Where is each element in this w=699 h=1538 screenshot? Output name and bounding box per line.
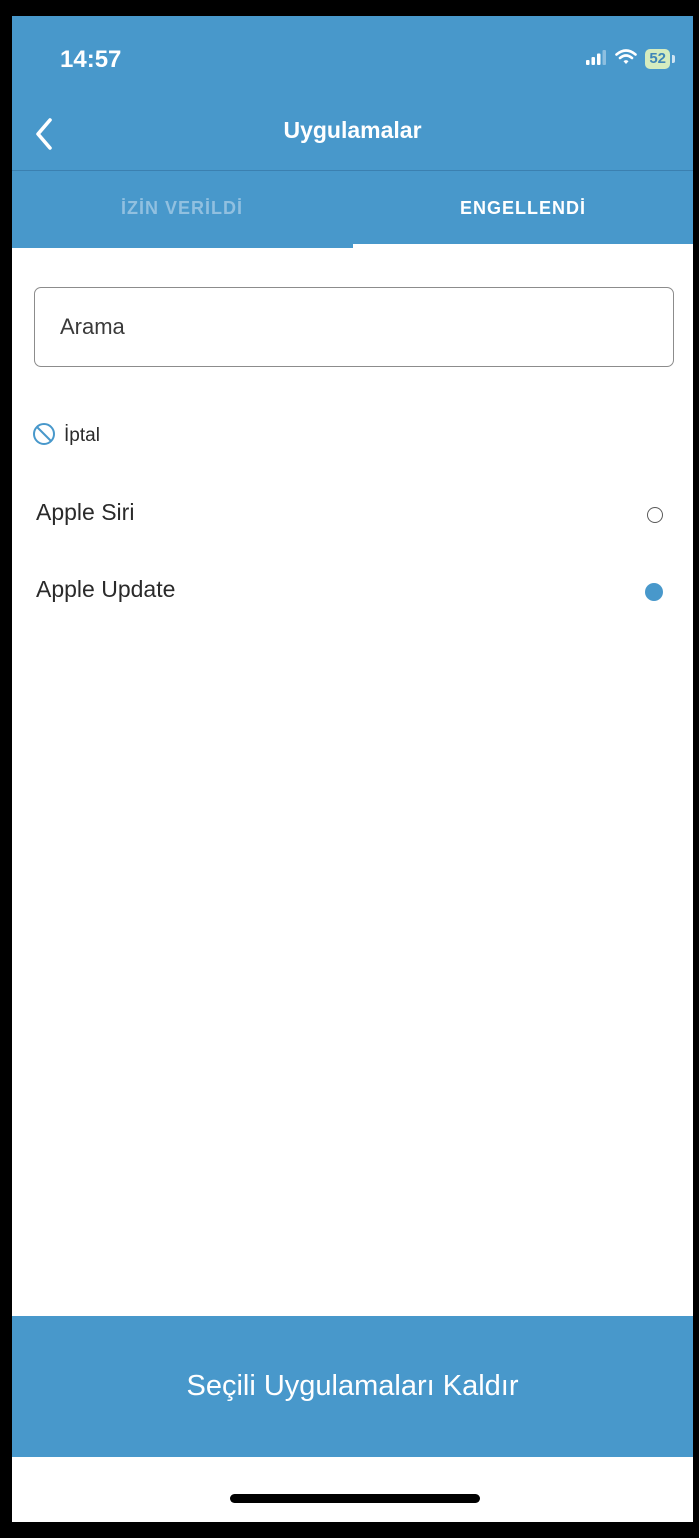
wifi-icon xyxy=(615,48,638,70)
battery-tip xyxy=(672,55,675,63)
selection-radio[interactable] xyxy=(647,507,663,523)
remove-selected-button[interactable]: Seçili Uygulamaları Kaldır xyxy=(12,1316,693,1457)
status-icons: 52 xyxy=(585,47,675,71)
page-title: Uygulamalar xyxy=(283,117,422,143)
app-row-apple-update[interactable]: Apple Update xyxy=(12,562,693,622)
selection-radio[interactable] xyxy=(645,583,663,601)
search-input[interactable] xyxy=(35,288,673,366)
cancel-label: İptal xyxy=(64,425,100,446)
header-divider xyxy=(12,170,693,171)
signal-bars-icon xyxy=(585,49,607,70)
app-name: Apple Update xyxy=(36,576,176,602)
tab-blocked[interactable]: ENGELLENDİ xyxy=(353,172,693,244)
prohibited-icon xyxy=(32,422,56,451)
battery-indicator: 52 xyxy=(645,49,675,69)
tab-allowed[interactable]: İZİN VERİLDİ xyxy=(12,172,352,244)
app-screen: 14:57 52 Uygulamalar İZİN VERİLDİ ENGELL… xyxy=(12,16,693,1522)
search-box xyxy=(34,287,674,367)
status-time: 14:57 xyxy=(60,46,122,73)
header-bar: 14:57 52 Uygulamalar İZİN VERİLDİ ENGELL… xyxy=(12,16,693,248)
home-indicator xyxy=(230,1494,480,1503)
active-tab-indicator xyxy=(353,244,693,248)
battery-level: 52 xyxy=(645,49,670,69)
cancel-button[interactable]: İptal xyxy=(32,420,100,452)
app-name: Apple Siri xyxy=(36,499,135,525)
app-row-apple-siri[interactable]: Apple Siri xyxy=(12,485,693,545)
